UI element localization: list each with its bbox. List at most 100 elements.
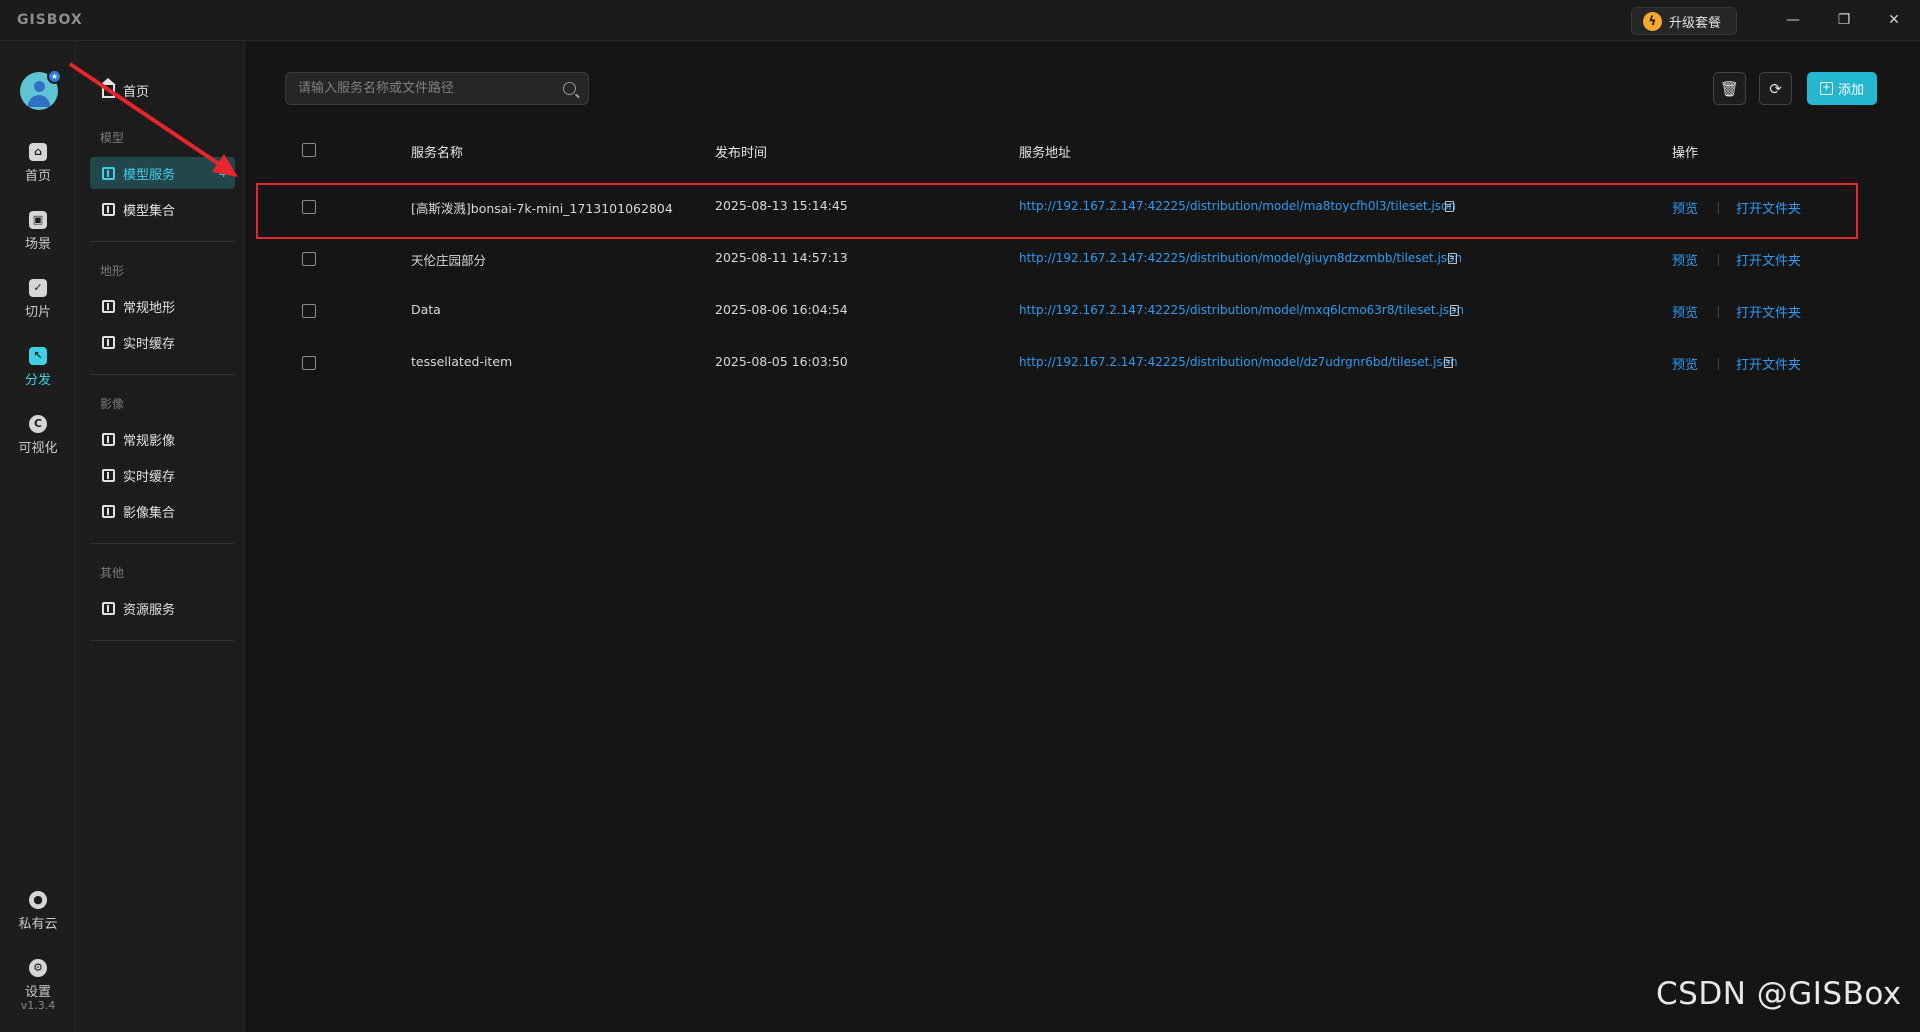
op-separator bbox=[1718, 254, 1719, 266]
scene-icon: ▣ bbox=[29, 210, 47, 229]
column-header-name: 服务名称 bbox=[411, 146, 464, 161]
group-label-imagery: 影像 bbox=[100, 397, 125, 411]
service-url-link[interactable]: http://192.167.2.147:42225/distribution/… bbox=[1019, 355, 1458, 369]
rail-item-label: 私有云 bbox=[18, 916, 58, 932]
copy-icon[interactable] bbox=[1445, 201, 1454, 212]
service-url-link[interactable]: http://192.167.2.147:42225/distribution/… bbox=[1019, 199, 1456, 213]
main-content: 🗑 ⟳ + 添加 服务名称 发布时间 服务地址 操作 [高斯泼溅]bonsai-… bbox=[245, 41, 1920, 1032]
subnav-home-label: 首页 bbox=[123, 84, 150, 100]
subnav-item-label: 常规地形 bbox=[123, 300, 176, 316]
divider bbox=[90, 374, 235, 375]
subnav-regular-terrain[interactable]: 常规地形 bbox=[90, 290, 235, 322]
imagery-collection-icon bbox=[102, 504, 115, 518]
rail-item-label: 分发 bbox=[24, 372, 51, 388]
trash-icon: 🗑 bbox=[1719, 79, 1740, 98]
rail-item-slice[interactable]: ✓ 切片 bbox=[0, 272, 76, 326]
subnav-model-service[interactable]: 模型服务 4 bbox=[90, 157, 235, 189]
preview-link[interactable]: 预览 bbox=[1672, 250, 1698, 269]
subnav-item-label: 实时缓存 bbox=[123, 336, 176, 352]
open-folder-link[interactable]: 打开文件夹 bbox=[1736, 198, 1801, 217]
rail-item-private-cloud[interactable]: ● 私有云 bbox=[0, 884, 76, 938]
subnav-terrain-realtime-cache[interactable]: 实时缓存 bbox=[90, 326, 235, 358]
divider bbox=[90, 543, 235, 544]
upgrade-plan-button[interactable]: ϟ 升级套餐 bbox=[1631, 7, 1737, 35]
secondary-nav: 首页 模型 模型服务 4 模型集合 地形 常规地形 实时缓存 影像 常规影像 实… bbox=[76, 41, 245, 1032]
resource-icon bbox=[102, 601, 115, 615]
rail-item-label: 场景 bbox=[24, 236, 51, 252]
subnav-regular-imagery[interactable]: 常规影像 bbox=[90, 423, 235, 455]
minimize-button[interactable]: — bbox=[1779, 8, 1807, 32]
vip-badge-icon: ★ bbox=[47, 69, 62, 84]
rail-item-visualize[interactable]: C 可视化 bbox=[0, 408, 76, 462]
rail-item-scene[interactable]: ▣ 场景 bbox=[0, 204, 76, 258]
subnav-item-label: 常规影像 bbox=[123, 433, 176, 449]
distribute-icon: ↖ bbox=[29, 346, 47, 365]
subnav-item-label: 模型服务 bbox=[123, 167, 176, 183]
preview-link[interactable]: 预览 bbox=[1672, 354, 1698, 373]
group-label-terrain: 地形 bbox=[100, 264, 125, 278]
service-name: Data bbox=[411, 302, 441, 317]
subnav-item-label: 实时缓存 bbox=[123, 469, 176, 485]
rail-item-distribute[interactable]: ↖ 分发 bbox=[0, 340, 76, 394]
model-service-count: 4 bbox=[219, 166, 226, 180]
row-checkbox[interactable] bbox=[302, 252, 316, 266]
title-bar: GISBOX ϟ 升级套餐 — ❐ ✕ bbox=[0, 0, 1920, 41]
copy-icon[interactable] bbox=[1444, 357, 1453, 368]
subnav-item-label: 资源服务 bbox=[123, 602, 176, 618]
subnav-item-label: 影像集合 bbox=[123, 505, 176, 521]
row-checkbox[interactable] bbox=[302, 304, 316, 318]
copy-icon[interactable] bbox=[1450, 305, 1459, 316]
settings-icon: ⚙ bbox=[29, 958, 47, 977]
primary-rail: ★ ⌂ 首页 ▣ 场景 ✓ 切片 ↖ 分发 C 可视化 ● 私有云 ⚙ 设置 v… bbox=[0, 41, 76, 1032]
private-cloud-icon: ● bbox=[29, 890, 47, 909]
select-all-checkbox[interactable] bbox=[302, 143, 316, 157]
copy-icon[interactable] bbox=[1448, 253, 1457, 264]
row-checkbox[interactable] bbox=[302, 200, 316, 214]
service-name: [高斯泼溅]bonsai-7k-mini_1713101062804 bbox=[411, 201, 673, 216]
refresh-button[interactable]: ⟳ bbox=[1759, 72, 1792, 105]
rail-item-settings[interactable]: ⚙ 设置 bbox=[0, 952, 76, 1006]
app-version: v1.3.4 bbox=[20, 999, 56, 1012]
imagery-icon bbox=[102, 432, 115, 446]
preview-link[interactable]: 预览 bbox=[1672, 302, 1698, 321]
rail-item-home[interactable]: ⌂ 首页 bbox=[0, 136, 76, 190]
op-separator bbox=[1718, 202, 1719, 214]
open-folder-link[interactable]: 打开文件夹 bbox=[1736, 302, 1801, 321]
add-button[interactable]: + 添加 bbox=[1807, 72, 1877, 105]
restore-button[interactable]: ❐ bbox=[1830, 8, 1858, 32]
row-checkbox[interactable] bbox=[302, 356, 316, 370]
service-url-link[interactable]: http://192.167.2.147:42225/distribution/… bbox=[1019, 303, 1464, 317]
slice-icon: ✓ bbox=[29, 278, 47, 297]
column-header-time: 发布时间 bbox=[715, 146, 768, 161]
service-url-link[interactable]: http://192.167.2.147:42225/distribution/… bbox=[1019, 251, 1462, 265]
search-input[interactable] bbox=[298, 81, 563, 96]
open-folder-link[interactable]: 打开文件夹 bbox=[1736, 250, 1801, 269]
add-icon: + bbox=[1819, 82, 1833, 95]
open-folder-link[interactable]: 打开文件夹 bbox=[1736, 354, 1801, 373]
group-label-model: 模型 bbox=[100, 131, 125, 145]
service-name: 天伦庄园部分 bbox=[411, 253, 487, 268]
group-label-other: 其他 bbox=[100, 566, 125, 580]
subnav-model-collection[interactable]: 模型集合 bbox=[90, 193, 235, 225]
close-button[interactable]: ✕ bbox=[1880, 8, 1908, 32]
app-logo: GISBOX bbox=[17, 12, 83, 28]
home-icon bbox=[100, 78, 116, 98]
column-header-ops: 操作 bbox=[1672, 146, 1699, 161]
refresh-icon: ⟳ bbox=[1769, 79, 1782, 98]
divider bbox=[90, 640, 235, 641]
op-separator bbox=[1718, 306, 1719, 318]
rail-item-label: 设置 bbox=[24, 984, 51, 1000]
subnav-imagery-collection[interactable]: 影像集合 bbox=[90, 495, 235, 527]
search-icon[interactable] bbox=[563, 82, 576, 95]
subnav-resource-service[interactable]: 资源服务 bbox=[90, 592, 235, 624]
subnav-home[interactable]: 首页 bbox=[90, 74, 235, 106]
publish-time: 2025-08-06 16:04:54 bbox=[715, 302, 848, 317]
search-box[interactable] bbox=[285, 72, 589, 105]
bolt-icon: ϟ bbox=[1643, 11, 1662, 31]
cache-icon bbox=[102, 335, 115, 349]
delete-button[interactable]: 🗑 bbox=[1713, 72, 1746, 105]
subnav-imagery-realtime-cache[interactable]: 实时缓存 bbox=[90, 459, 235, 491]
add-button-label: 添加 bbox=[1837, 83, 1864, 98]
op-separator bbox=[1718, 358, 1719, 370]
preview-link[interactable]: 预览 bbox=[1672, 198, 1698, 217]
